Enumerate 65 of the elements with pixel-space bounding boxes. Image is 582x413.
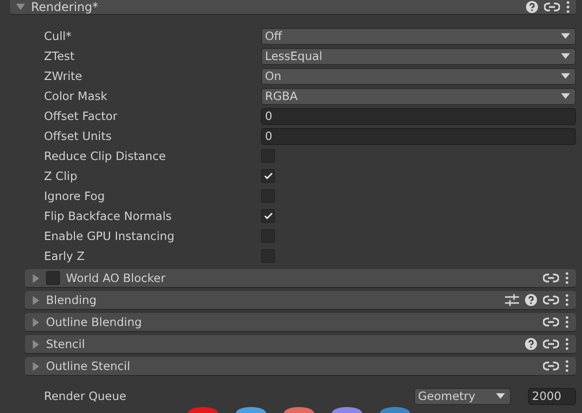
link-icon[interactable] — [543, 272, 559, 284]
help-icon[interactable] — [526, 0, 538, 12]
help-icon[interactable] — [525, 294, 537, 306]
link-icon[interactable] — [543, 360, 559, 372]
collapsed-arrow-icon[interactable] — [31, 274, 40, 282]
checkmark-icon — [264, 172, 272, 180]
expanded-arrow-icon[interactable] — [16, 2, 25, 11]
section-header[interactable]: Rendering* — [10, 0, 576, 15]
link-icon[interactable] — [544, 0, 560, 12]
link-icon[interactable] — [543, 316, 559, 328]
more-options-icon[interactable] — [565, 272, 569, 284]
dropdown[interactable]: RGBA — [261, 88, 576, 104]
number-field[interactable]: 0 — [261, 108, 576, 124]
checkbox[interactable] — [46, 271, 60, 285]
property-label: Early Z — [44, 249, 86, 263]
property-label: Flip Backface Normals — [44, 209, 173, 223]
dropdown-arrow-icon[interactable] — [561, 53, 570, 59]
foldout-header[interactable]: Outline Blending — [25, 313, 576, 332]
number-field[interactable]: 2000 — [528, 388, 576, 404]
more-options-icon[interactable] — [565, 338, 569, 350]
collapsed-arrow-icon[interactable] — [31, 318, 40, 326]
collapsed-arrow-icon[interactable] — [31, 362, 40, 370]
foldout-header[interactable]: Stencil — [25, 335, 576, 354]
section-title: Rendering* — [31, 0, 98, 14]
property-label: Reduce Clip Distance — [44, 149, 167, 163]
foldout-title: World AO Blocker — [66, 271, 166, 285]
link-icon[interactable] — [543, 338, 559, 350]
number-field[interactable]: 0 — [261, 128, 576, 144]
property-label: Render Queue — [44, 389, 128, 403]
property-label: ZTest — [44, 49, 76, 63]
more-options-icon[interactable] — [566, 0, 570, 12]
property-label: Offset Units — [44, 129, 113, 143]
property-label: Offset Factor — [44, 109, 118, 123]
foldout-header[interactable]: World AO Blocker — [25, 269, 576, 288]
dropdown[interactable]: On — [261, 68, 576, 84]
property-label: Z Clip — [44, 169, 78, 183]
foldout-header[interactable]: Outline Stencil — [25, 357, 576, 376]
sliders-icon[interactable] — [505, 294, 519, 306]
dropdown[interactable]: Off — [261, 28, 576, 44]
dropdown[interactable]: Geometry — [414, 388, 511, 404]
more-options-icon[interactable] — [565, 360, 569, 372]
foldout-title: Blending — [46, 293, 97, 307]
foldout-title: Stencil — [46, 337, 85, 351]
foldout-title: Outline Stencil — [46, 359, 130, 373]
dropdown-arrow-icon[interactable] — [561, 73, 570, 79]
property-label: Cull* — [44, 29, 72, 43]
dropdown-arrow-icon[interactable] — [561, 33, 570, 39]
dropdown[interactable]: LessEqual — [261, 48, 576, 64]
foldout-header[interactable]: Blending — [25, 291, 576, 310]
checkbox[interactable] — [261, 209, 275, 223]
dropdown-arrow-icon[interactable] — [561, 93, 570, 99]
more-options-icon[interactable] — [565, 294, 569, 306]
property-label: Enable GPU Instancing — [44, 229, 176, 243]
foldout-title: Outline Blending — [46, 315, 142, 329]
property-label: Ignore Fog — [44, 189, 106, 203]
property-label: Color Mask — [44, 89, 108, 103]
collapsed-arrow-icon[interactable] — [31, 296, 40, 304]
checkbox[interactable] — [261, 169, 275, 183]
link-icon[interactable] — [543, 294, 559, 306]
collapsed-arrow-icon[interactable] — [31, 340, 40, 348]
dropdown-arrow-icon[interactable] — [496, 393, 505, 399]
property-label: ZWrite — [44, 69, 84, 83]
checkmark-icon — [264, 212, 272, 220]
help-icon[interactable] — [525, 338, 537, 350]
more-options-icon[interactable] — [565, 316, 569, 328]
